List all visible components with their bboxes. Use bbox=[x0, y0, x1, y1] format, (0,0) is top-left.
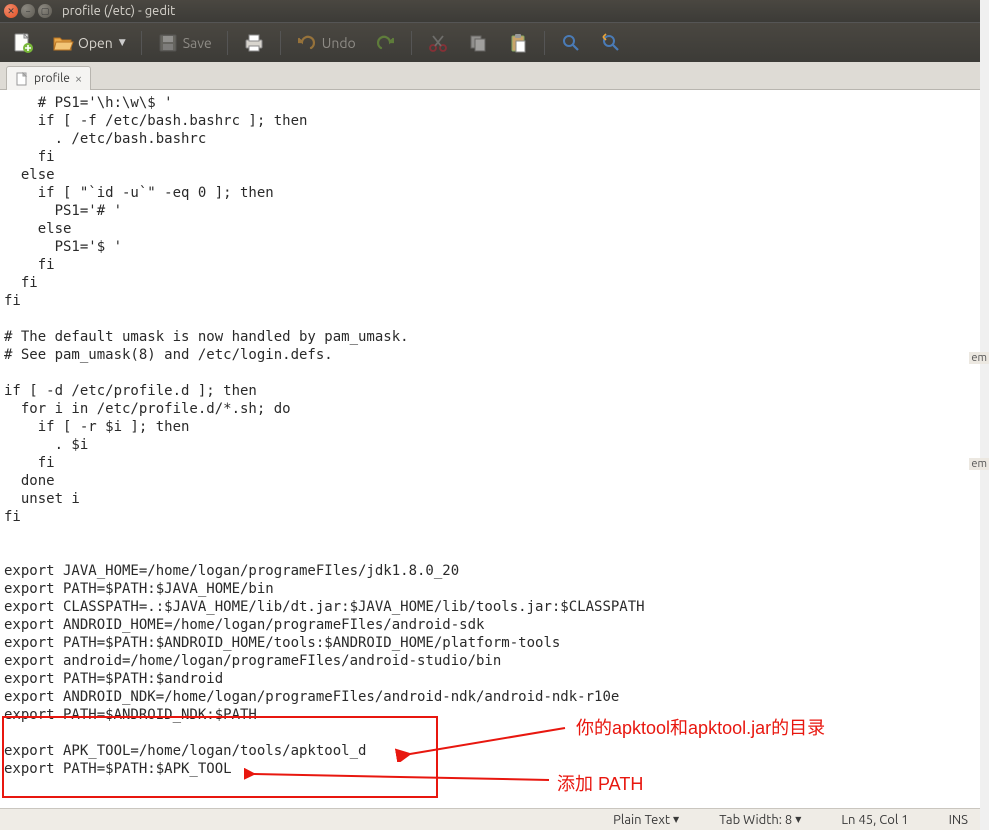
toolbar-separator bbox=[141, 31, 142, 55]
redo-button[interactable] bbox=[368, 29, 402, 57]
tab-close-button[interactable]: × bbox=[75, 72, 82, 86]
redo-icon bbox=[374, 32, 396, 54]
peek-artifact: em bbox=[969, 352, 989, 364]
save-button[interactable]: Save bbox=[151, 29, 218, 57]
new-file-button[interactable] bbox=[6, 29, 40, 57]
tab-width-selector[interactable]: Tab Width: 8 ▼ bbox=[719, 813, 801, 827]
folder-open-icon bbox=[52, 32, 74, 54]
tabbar: profile × bbox=[0, 62, 980, 90]
editor-area[interactable]: # PS1='\h:\w\$ ' if [ -f /etc/bash.bashr… bbox=[0, 90, 980, 808]
toolbar-separator bbox=[227, 31, 228, 55]
find-replace-button[interactable] bbox=[594, 29, 628, 57]
window-close-button[interactable]: ✕ bbox=[4, 4, 18, 18]
find-replace-icon bbox=[600, 32, 622, 54]
paste-button[interactable] bbox=[501, 29, 535, 57]
cut-button[interactable] bbox=[421, 29, 455, 57]
copy-icon bbox=[467, 32, 489, 54]
toolbar-separator bbox=[544, 31, 545, 55]
open-dropdown-caret[interactable]: ▼ bbox=[119, 37, 126, 48]
copy-button[interactable] bbox=[461, 29, 495, 57]
toolbar-separator bbox=[280, 31, 281, 55]
insert-mode[interactable]: INS bbox=[949, 813, 968, 827]
toolbar: Open ▼ Save Undo bbox=[0, 22, 980, 62]
chevron-down-icon: ▼ bbox=[795, 815, 801, 824]
open-label: Open bbox=[78, 35, 113, 51]
cut-icon bbox=[427, 32, 449, 54]
window-title: profile (/etc) - gedit bbox=[62, 4, 175, 18]
undo-label: Undo bbox=[322, 35, 356, 51]
open-button[interactable]: Open ▼ bbox=[46, 29, 132, 57]
insert-mode-label: INS bbox=[949, 813, 968, 827]
peek-artifact: em bbox=[969, 458, 989, 470]
save-icon bbox=[157, 32, 179, 54]
undo-button[interactable]: Undo bbox=[290, 29, 362, 57]
chevron-down-icon: ▼ bbox=[673, 815, 679, 824]
save-label: Save bbox=[183, 35, 212, 51]
cursor-position: Ln 45, Col 1 bbox=[841, 813, 908, 827]
undo-icon bbox=[296, 32, 318, 54]
editor-content: # PS1='\h:\w\$ ' if [ -f /etc/bash.bashr… bbox=[4, 95, 645, 777]
syntax-label: Plain Text bbox=[613, 813, 670, 827]
find-button[interactable] bbox=[554, 29, 588, 57]
syntax-mode-selector[interactable]: Plain Text ▼ bbox=[613, 813, 679, 827]
document-tab[interactable]: profile × bbox=[6, 66, 91, 90]
toolbar-separator bbox=[411, 31, 412, 55]
tab-width-label: Tab Width: 8 bbox=[719, 813, 792, 827]
document-icon bbox=[15, 72, 29, 86]
print-icon bbox=[243, 32, 265, 54]
position-label: Ln 45, Col 1 bbox=[841, 813, 908, 827]
window-minimize-button[interactable]: − bbox=[21, 4, 35, 18]
window-maximize-button[interactable]: ▢ bbox=[38, 4, 52, 18]
titlebar: ✕ − ▢ profile (/etc) - gedit bbox=[0, 0, 980, 22]
statusbar: Plain Text ▼ Tab Width: 8 ▼ Ln 45, Col 1… bbox=[0, 808, 980, 830]
paste-icon bbox=[507, 32, 529, 54]
print-button[interactable] bbox=[237, 29, 271, 57]
find-icon bbox=[560, 32, 582, 54]
new-file-icon bbox=[12, 32, 34, 54]
tab-label: profile bbox=[34, 72, 70, 85]
